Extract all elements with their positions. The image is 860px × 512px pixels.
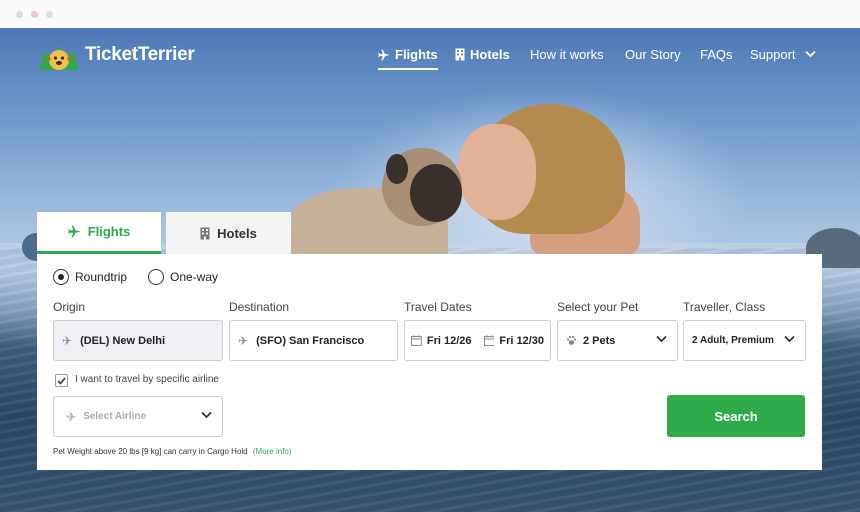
nav-item-label: Hotels <box>470 47 510 62</box>
tab-label: Hotels <box>217 225 257 241</box>
radio-circle[interactable] <box>148 269 164 285</box>
building-icon <box>200 227 210 239</box>
depart-date[interactable]: Fri 12/26 <box>427 335 472 347</box>
traveller-class-label: Traveller, Class <box>683 300 766 314</box>
destination-field[interactable]: ✈ (SFO) San Francisco <box>229 320 398 361</box>
pet-weight-text: Pet Weight above 20 lbs [9 kg] can carry… <box>53 447 248 456</box>
airline-checkbox[interactable] <box>55 374 68 387</box>
airline-select[interactable]: ✈ Select Airline <box>53 396 223 437</box>
more-info-link[interactable]: (More info) <box>253 447 292 456</box>
nav-item-flights[interactable]: Flights <box>378 47 438 62</box>
pet-label: Select your Pet <box>557 300 639 314</box>
pet-value: 2 Pets <box>583 334 616 347</box>
plane-icon <box>67 225 81 238</box>
plane-icon: ✈ <box>238 333 249 348</box>
tab-flights[interactable]: Flights <box>37 212 161 254</box>
flight-search-panel: Roundtrip One-way Origin Destination Tra… <box>37 254 822 470</box>
search-button[interactable]: Search <box>667 395 805 437</box>
chevron-down-icon <box>201 411 212 419</box>
destination-value: (SFO) San Francisco <box>256 334 365 347</box>
pug-face <box>410 164 462 222</box>
paw-icon <box>566 335 577 345</box>
origin-label: Origin <box>53 300 86 314</box>
radio-roundtrip[interactable]: Roundtrip <box>53 269 127 285</box>
woman-face <box>458 124 536 220</box>
window-control-dot[interactable] <box>31 11 38 18</box>
origin-value: (DEL) New Delhi <box>80 334 166 347</box>
nav-item-label: Support <box>750 47 796 62</box>
chevron-down-icon <box>656 335 667 343</box>
building-icon <box>455 48 465 61</box>
traveller-class-select[interactable]: 2 Adult, Premium <box>683 320 806 361</box>
nav-item-support[interactable]: Support <box>750 47 816 62</box>
radio-label: One-way <box>170 270 219 284</box>
travel-dates-label: Travel Dates <box>404 300 472 314</box>
airline-checkbox-label[interactable]: I want to travel by specific airline <box>75 374 219 385</box>
pug-ear <box>386 154 408 184</box>
nav-item-our-story[interactable]: Our Story <box>625 47 681 62</box>
nav-item-how-it-works[interactable]: How it works <box>530 47 604 62</box>
destination-label: Destination <box>229 300 290 314</box>
pet-select[interactable]: 2 Pets <box>557 320 678 361</box>
travel-dates-field[interactable]: Fri 12/26 Fri 12/30 <box>404 320 551 361</box>
airline-placeholder: Select Airline <box>83 411 147 422</box>
plane-icon: ✈ <box>62 333 73 348</box>
pet-weight-note: Pet Weight above 20 lbs [9 kg] can carry… <box>53 447 292 456</box>
chevron-down-icon <box>784 335 795 343</box>
browser-bar <box>0 0 860 28</box>
chevron-down-icon <box>805 50 816 58</box>
brand-name[interactable]: TicketTerrier <box>85 44 195 66</box>
nav-item-hotels[interactable]: Hotels <box>455 47 510 62</box>
radio-one-way[interactable]: One-way <box>148 269 218 285</box>
radio-label: Roundtrip <box>75 270 128 284</box>
traveller-class-value: 2 Adult, Premium <box>692 335 774 346</box>
tab-label: Flights <box>87 224 131 239</box>
calendar-icon <box>411 335 422 346</box>
nav-item-label: Flights <box>395 47 438 62</box>
window-control-dot[interactable] <box>16 11 23 18</box>
origin-field[interactable]: ✈ (DEL) New Delhi <box>53 320 223 361</box>
terrier-logo-icon[interactable] <box>38 40 80 72</box>
window-control-dot[interactable] <box>46 11 53 18</box>
plane-icon: ✈ <box>66 409 77 424</box>
checkmark-icon <box>57 377 66 385</box>
tab-hotels[interactable]: Hotels <box>166 212 291 254</box>
nav-item-faqs[interactable]: FAQs <box>700 47 733 62</box>
return-date[interactable]: Fri 12/30 <box>499 335 544 347</box>
calendar-icon <box>483 335 495 346</box>
nav-active-indicator <box>378 68 438 70</box>
plane-icon <box>378 49 390 61</box>
radio-circle[interactable] <box>53 269 69 285</box>
